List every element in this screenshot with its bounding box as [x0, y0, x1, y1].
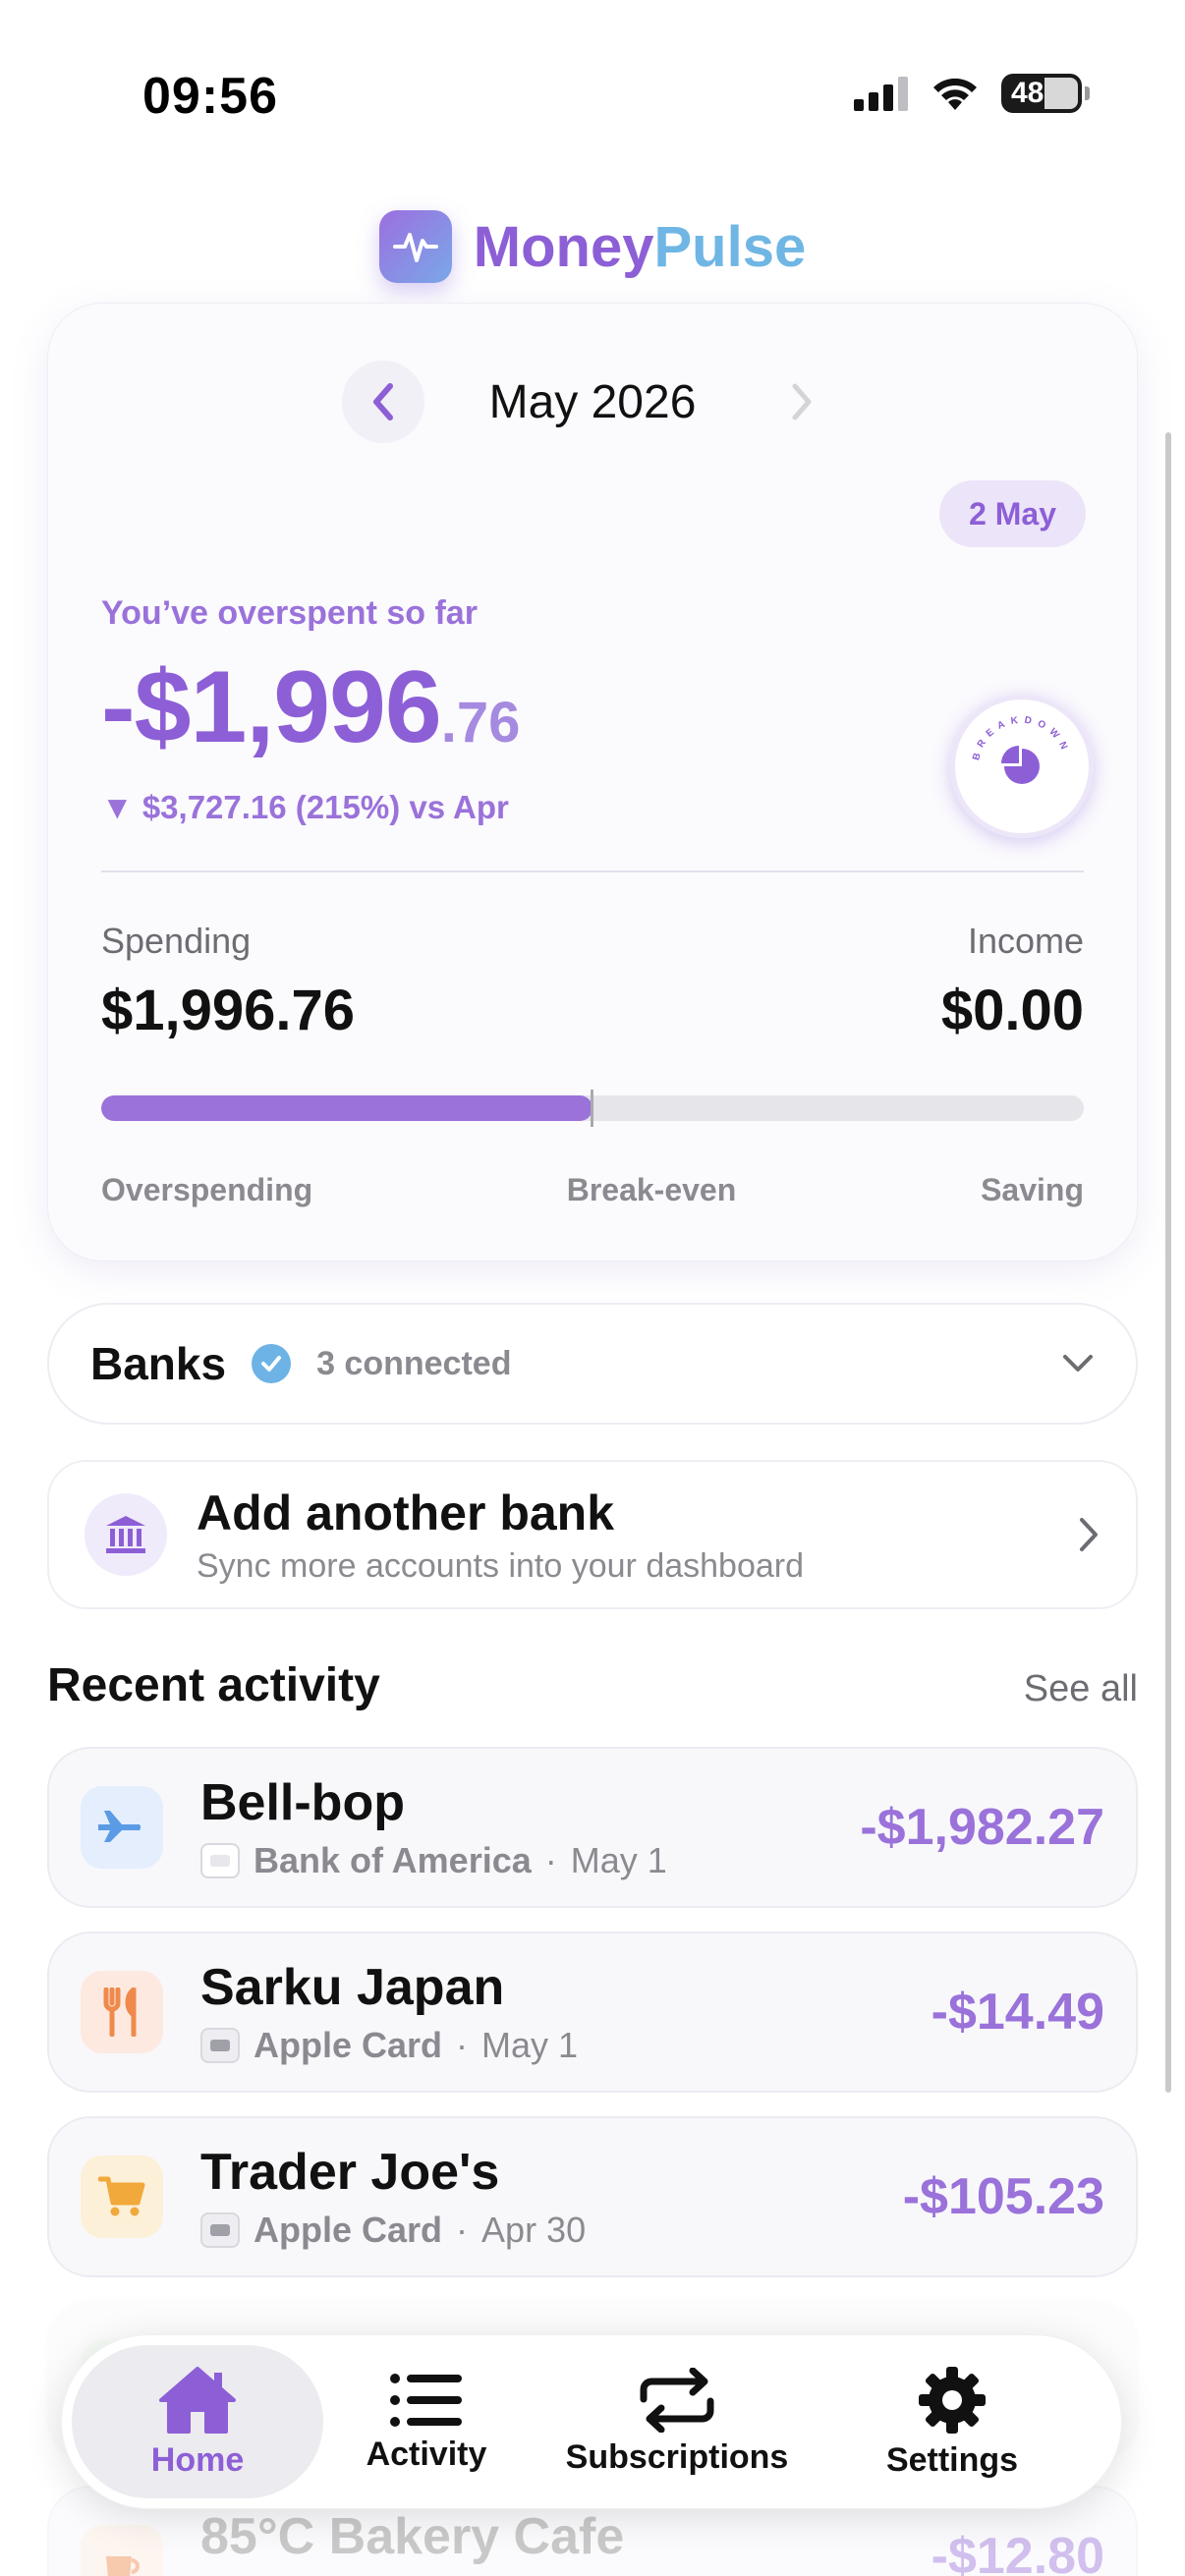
svg-text:BREAKDOWN: BREAKDOWN	[971, 715, 1071, 762]
apple-card-icon	[200, 2212, 240, 2248]
recent-activity-title: Recent activity	[47, 1659, 380, 1711]
scale-overspending: Overspending	[101, 1172, 313, 1207]
income-label: Income	[967, 921, 1084, 961]
transaction-account: Apple Card	[254, 2025, 443, 2065]
transaction-amount: -$14.49	[931, 1984, 1104, 2041]
bank-icon	[85, 1493, 167, 1576]
repeat-icon	[640, 2367, 714, 2433]
tab-home[interactable]: Home	[72, 2345, 323, 2498]
battery-icon: 48	[1001, 74, 1090, 113]
cellular-signal-icon	[854, 77, 908, 111]
banks-dropdown[interactable]: Banks 3 connected	[47, 1303, 1138, 1425]
transaction-amount: -$1,982.27	[860, 1799, 1104, 1856]
fork-knife-icon	[81, 1971, 163, 2053]
transaction-date: Apr 30	[481, 2210, 587, 2250]
break-even-marker	[591, 1090, 593, 1127]
cup-icon	[81, 2525, 163, 2576]
cart-icon	[81, 2156, 163, 2238]
see-all-link[interactable]: See all	[1024, 1668, 1138, 1710]
bottom-tab-bar: Home Activity Subscriptions Settings	[61, 2334, 1122, 2509]
transaction-row[interactable]: Bell-bop Bank of America · May 1 -$1,982…	[47, 1747, 1138, 1908]
meta-separator: ·	[456, 2025, 469, 2065]
app-header: MoneyPulse	[0, 210, 1185, 283]
monthly-summary-card: May 2026 2 May You’ve overspent so far -…	[47, 303, 1138, 1261]
transaction-row[interactable]: Sarku Japan Apple Card · May 1 -$14.49	[47, 1932, 1138, 2093]
scale-saving: Saving	[981, 1172, 1084, 1207]
add-bank-title: Add another bank	[197, 1484, 615, 1540]
divider	[101, 870, 1084, 872]
add-bank-button[interactable]: Add another bank Sync more accounts into…	[47, 1460, 1138, 1609]
tab-settings[interactable]: Settings	[824, 2345, 1080, 2498]
scrollbar[interactable]	[1165, 432, 1171, 2093]
battery-level: 48	[1011, 77, 1044, 109]
balance-progress-fill	[101, 1095, 592, 1121]
add-bank-subtitle: Sync more accounts into your dashboard	[197, 1546, 805, 1585]
transaction-amount: -$12.80	[931, 2528, 1104, 2576]
breakdown-label: BREAKDOWN	[971, 715, 1065, 762]
recent-activity-header: Recent activity See all	[47, 1658, 1138, 1712]
app-name: MoneyPulse	[474, 214, 806, 280]
pie-chart-icon: BREAKDOWN	[971, 715, 1071, 784]
transaction-name: Sarku Japan	[200, 1959, 505, 2016]
tab-settings-label: Settings	[885, 2440, 1019, 2479]
wifi-icon	[933, 78, 977, 110]
banks-title: Banks	[90, 1338, 227, 1389]
transaction-date: May 1	[481, 2025, 579, 2065]
chevron-right-icon	[1080, 1518, 1098, 1551]
house-icon	[159, 2366, 236, 2434]
net-amount: -$1,996.76	[101, 649, 520, 766]
transaction-name: Bell-bop	[200, 1774, 405, 1831]
banks-count: 3 connected	[316, 1344, 512, 1382]
meta-separator: ·	[544, 1840, 557, 1880]
gear-icon	[919, 2366, 986, 2434]
list-icon	[390, 2373, 462, 2427]
breakdown-button[interactable]: BREAKDOWN	[950, 695, 1094, 838]
scale-break-even: Break-even	[566, 1172, 737, 1207]
chevron-down-icon	[1063, 1355, 1093, 1372]
apple-card-icon	[200, 2028, 240, 2063]
tab-activity-label: Activity	[366, 2435, 487, 2473]
spending-label: Spending	[101, 921, 252, 961]
next-month-button[interactable]	[761, 361, 843, 443]
status-bar: 09:56 48	[0, 0, 1185, 187]
month-navigator: May 2026	[48, 361, 1137, 443]
current-month-label: May 2026	[488, 375, 697, 428]
app-name-money: Money	[473, 214, 654, 279]
comparison-line: ▼ $3,727.16 (215%) vs Apr	[101, 789, 509, 825]
tab-subscriptions[interactable]: Subscriptions	[530, 2345, 824, 2498]
tab-activity[interactable]: Activity	[323, 2345, 530, 2498]
transaction-name: Trader Joe's	[200, 2144, 500, 2201]
airplane-icon	[81, 1786, 163, 1869]
net-amount-cents: .76	[440, 691, 521, 755]
transaction-account: Bank of America	[254, 1840, 532, 1880]
transaction-account: Apple Card	[254, 2210, 443, 2250]
status-icons: 48	[854, 74, 1090, 113]
pulse-logo-icon	[378, 210, 452, 283]
overspent-label: You’ve overspent so far	[101, 594, 478, 632]
date-badge[interactable]: 2 May	[939, 480, 1086, 547]
net-amount-dollars: -$1,996	[101, 650, 442, 764]
chevron-right-icon	[792, 383, 812, 420]
spending-value: $1,996.76	[101, 979, 356, 1042]
transaction-amount: -$105.23	[902, 2168, 1104, 2225]
previous-month-button[interactable]	[342, 361, 424, 443]
tab-subscriptions-label: Subscriptions	[565, 2437, 789, 2476]
status-time: 09:56	[142, 68, 278, 125]
transaction-date: May 1	[570, 1840, 667, 1880]
tab-home-label: Home	[150, 2440, 245, 2479]
chevron-left-icon	[373, 383, 393, 420]
verified-check-icon	[252, 1344, 292, 1383]
income-value: $0.00	[940, 979, 1084, 1042]
bank-card-icon	[200, 1843, 240, 1878]
meta-separator: ·	[456, 2210, 469, 2250]
transaction-row[interactable]: Trader Joe's Apple Card · Apr 30 -$105.2…	[47, 2116, 1138, 2277]
transaction-name: 85°C Bakery Cafe	[200, 2508, 625, 2565]
app-name-pulse: Pulse	[653, 214, 807, 279]
